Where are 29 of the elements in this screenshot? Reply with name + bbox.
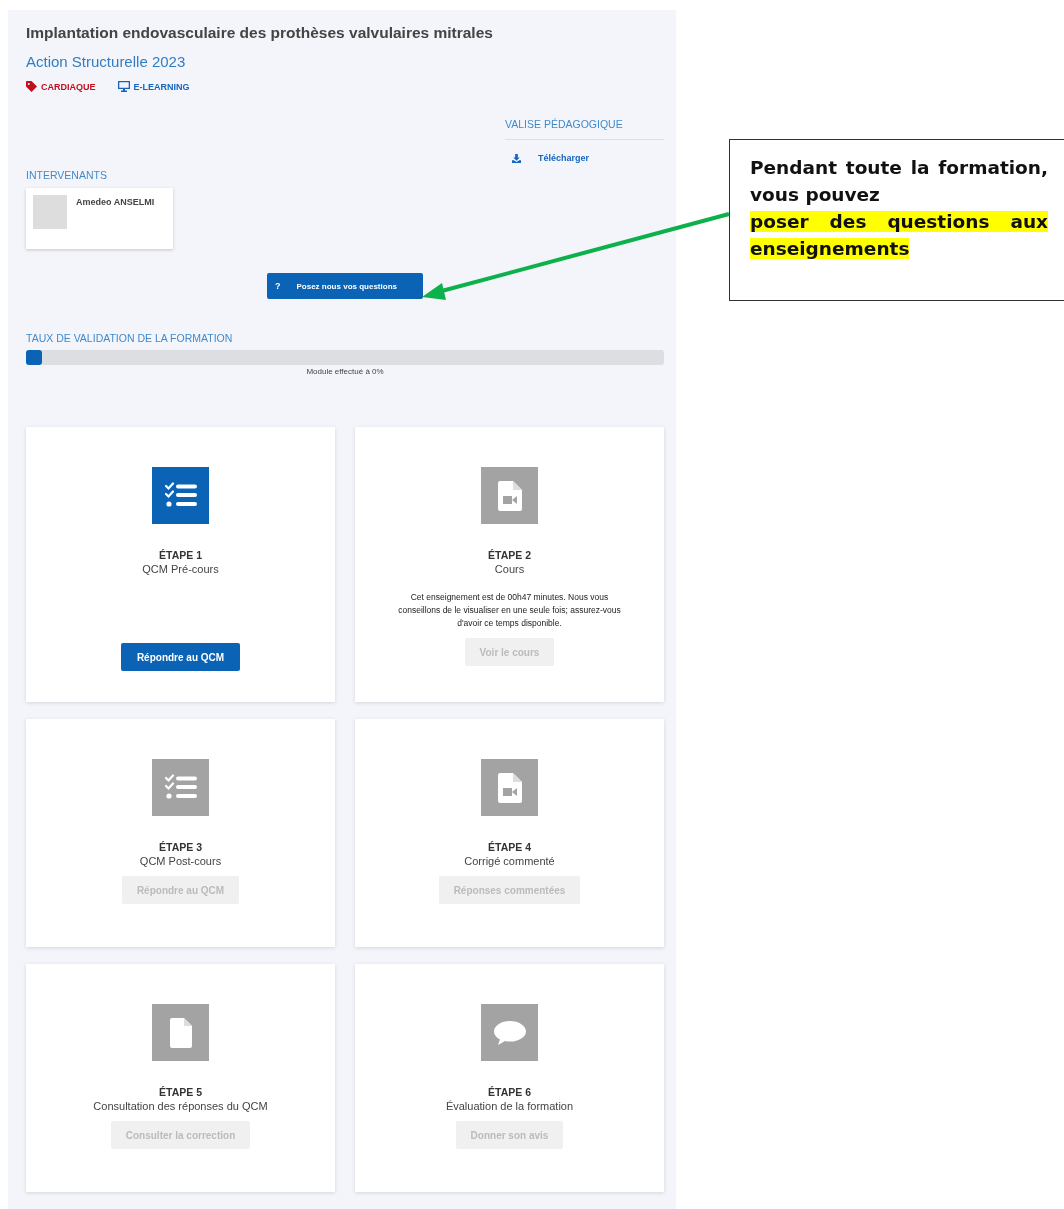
download-link[interactable]: Télécharger	[512, 153, 664, 163]
speaker-card[interactable]: Amedeo ANSELMI	[26, 188, 173, 249]
step-title: Cours	[494, 563, 525, 575]
step-title: QCM Post-cours	[139, 855, 222, 867]
progress-caption: Module effectué à 0%	[305, 367, 385, 376]
step-number: ÉTAPE 5	[159, 1086, 202, 1098]
step-action-button[interactable]: Répondre au QCM	[120, 643, 241, 671]
speaker-name: Amedeo ANSELMI	[76, 197, 155, 207]
download-icon	[512, 153, 521, 163]
tag-label: CARDIAQUE	[41, 81, 96, 92]
tag-label: E-LEARNING	[133, 81, 190, 92]
section-heading: INTERVENANTS	[26, 169, 108, 181]
callout-text: Pendant toute la formation, vous pouvez poser des questions aux enseignements	[750, 156, 1048, 261]
step-title: Évaluation de la formation	[445, 1100, 574, 1112]
step-number: ÉTAPE 2	[488, 549, 531, 561]
step-note: Cet enseignement est de 00h47 minutes. Nous vous conseillons de le visualiser en une seule fois; assurez-vous d'avoir ce temps disponible.	[397, 591, 622, 630]
avatar-placeholder	[33, 195, 67, 229]
step-number: ÉTAPE 3	[159, 841, 202, 853]
course-title: Implantation endovasculaire des prothèses valvulaires mitrales	[26, 24, 494, 42]
section-heading: VALISE PÉDAGOGIQUE	[505, 118, 664, 140]
ask-questions-button[interactable]: ? Posez nous vos questions	[267, 273, 423, 299]
step-number: ÉTAPE 4	[488, 841, 531, 853]
step-title: QCM Pré-cours	[142, 563, 219, 575]
step-title: Corrigé commenté	[464, 855, 555, 867]
step-number: ÉTAPE 1	[159, 549, 202, 561]
step-title: Consultation des réponses du QCM	[93, 1100, 268, 1112]
step-number: ÉTAPE 6	[488, 1086, 531, 1098]
section-heading: TAUX DE VALIDATION DE LA FORMATION	[26, 332, 234, 344]
course-subtitle: Action Structurelle 2023	[26, 53, 187, 70]
